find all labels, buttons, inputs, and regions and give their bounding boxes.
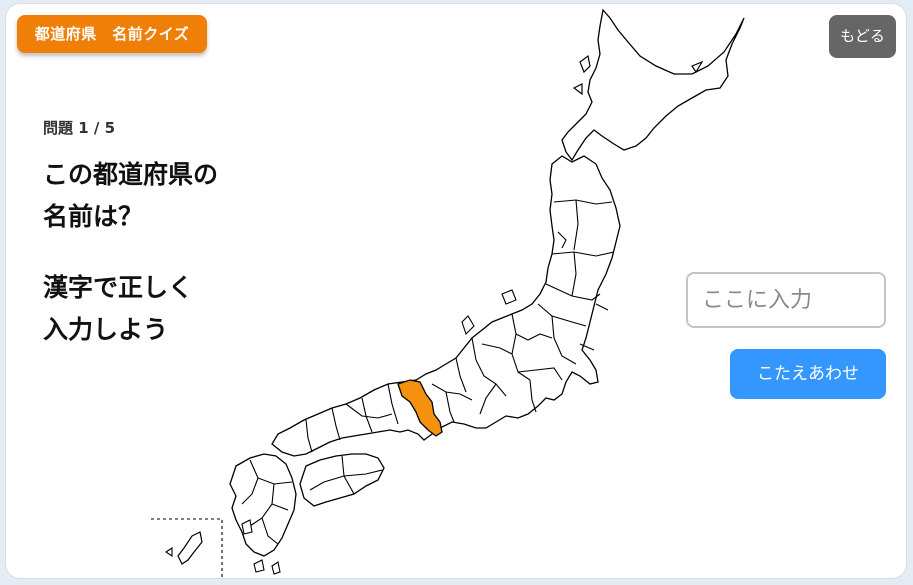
- quiz-title-badge: 都道府県 名前クイズ: [17, 15, 207, 53]
- answer-input[interactable]: [686, 272, 886, 328]
- kyushu: [230, 454, 296, 556]
- back-button[interactable]: もどる: [829, 15, 896, 58]
- instruction-text: 漢字で正しく 入力しよう: [43, 273, 194, 344]
- okinawa: [178, 532, 202, 564]
- question-text: この都道府県の 名前は？: [43, 160, 219, 231]
- hokkaido: [562, 10, 744, 160]
- shikoku: [300, 454, 384, 506]
- question-counter: 問題 1 / 5: [43, 119, 116, 137]
- submit-answer-button[interactable]: こたえあわせ: [730, 349, 886, 399]
- quiz-card: 都道府県 名前クイズ もどる 問題 1 / 5 この都道府県の 名前は？ 漢字で…: [6, 4, 906, 578]
